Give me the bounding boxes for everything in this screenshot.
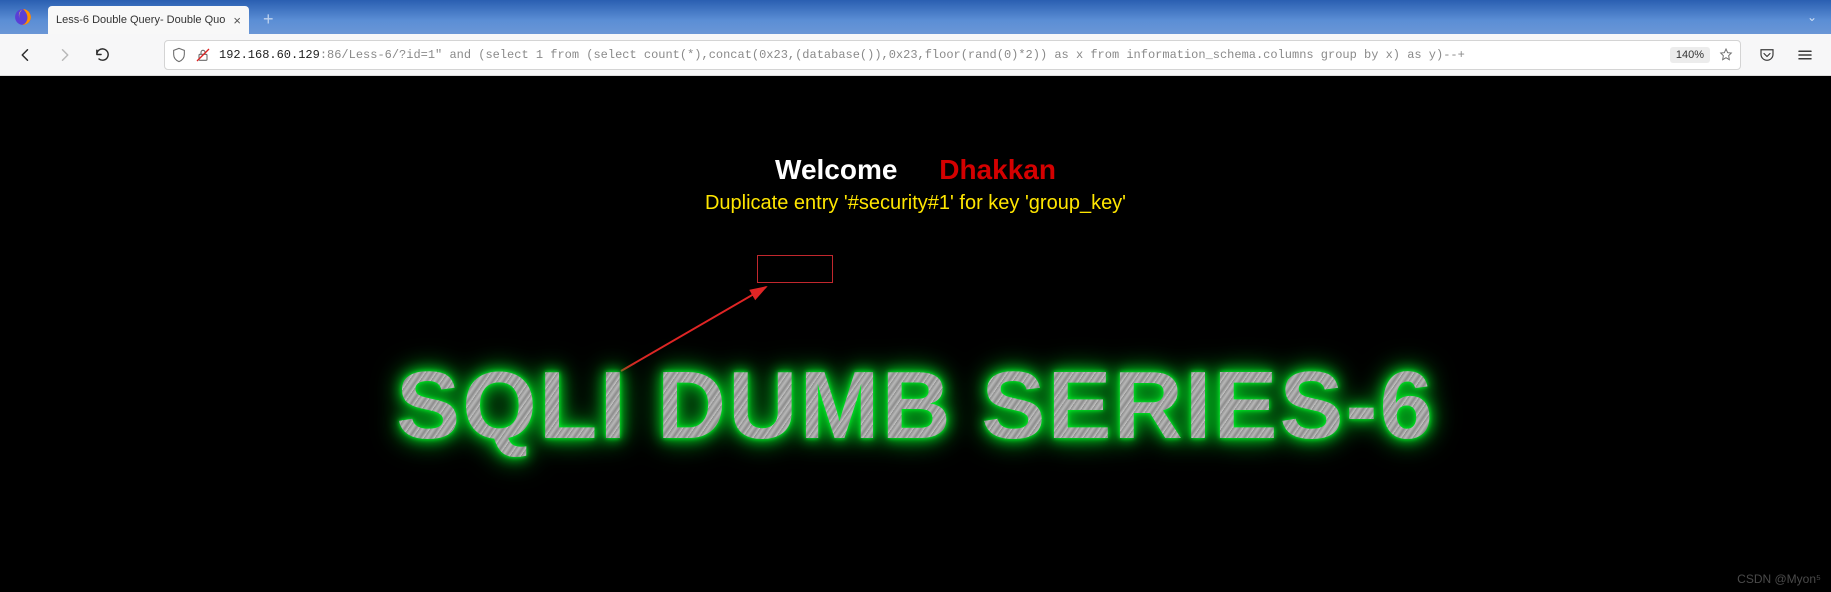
lock-insecure-icon (195, 47, 211, 63)
reload-icon (94, 46, 111, 63)
zoom-badge[interactable]: 140% (1670, 47, 1710, 63)
arrow-right-icon (55, 46, 73, 64)
welcome-line: Welcome Dhakkan (0, 154, 1831, 186)
browser-tab[interactable]: Less-6 Double Query- Double Quo × (48, 6, 249, 34)
arrow-left-icon (17, 46, 35, 64)
bookmark-star-icon[interactable] (1718, 47, 1734, 63)
tabs-dropdown-icon[interactable]: ⌄ (1807, 10, 1817, 24)
welcome-text: Welcome (775, 154, 897, 185)
url-host: 192.168.60.129 (219, 48, 320, 62)
firefox-icon (14, 8, 32, 26)
back-button[interactable] (10, 40, 42, 70)
url-rest: :86/Less-6/?id=1" and (select 1 from (se… (320, 48, 1465, 62)
page-content: Welcome Dhakkan Duplicate entry '#securi… (0, 76, 1831, 592)
watermark: CSDN @Myon⁵ (1737, 572, 1821, 586)
tab-title: Less-6 Double Query- Double Quo (56, 14, 225, 26)
reload-button[interactable] (86, 40, 118, 70)
save-to-pocket-button[interactable] (1751, 40, 1783, 70)
annotation-box (757, 255, 833, 283)
forward-button (48, 40, 80, 70)
menu-button[interactable] (1789, 40, 1821, 70)
pocket-icon (1758, 46, 1776, 64)
dhakkan-text: Dhakkan (939, 154, 1056, 185)
shield-icon (171, 47, 187, 63)
url-text: 192.168.60.129:86/Less-6/?id=1" and (sel… (219, 48, 1662, 62)
close-tab-icon[interactable]: × (225, 14, 241, 27)
new-tab-button[interactable]: + (263, 9, 274, 30)
banner-text: SQLI DUMB SERIES-6 (396, 358, 1435, 454)
toolbar: 192.168.60.129:86/Less-6/?id=1" and (sel… (0, 34, 1831, 76)
sql-error-text: Duplicate entry '#security#1' for key 'g… (0, 192, 1831, 215)
window-titlebar: Less-6 Double Query- Double Quo × + ⌄ (0, 0, 1831, 34)
hamburger-icon (1796, 46, 1814, 64)
banner: SQLI DUMB SERIES-6 (0, 358, 1831, 454)
url-bar[interactable]: 192.168.60.129:86/Less-6/?id=1" and (sel… (164, 40, 1741, 70)
